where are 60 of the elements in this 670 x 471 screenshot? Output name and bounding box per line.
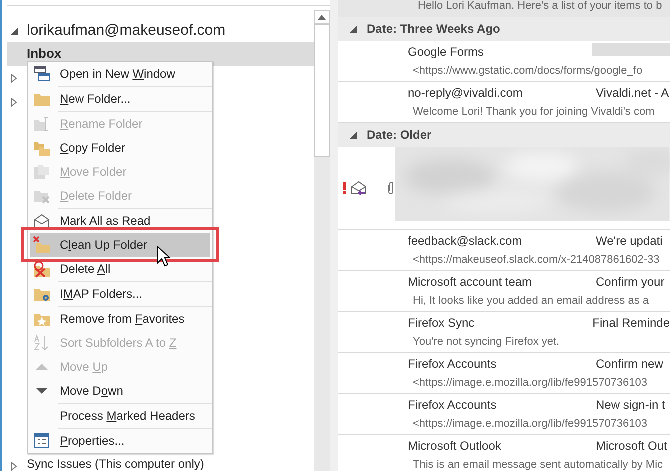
- message-subject: Vivaldi.net - A: [596, 85, 670, 102]
- menu-item[interactable]: IMAP Folders...: [30, 282, 210, 306]
- message-subject: New sign-in t: [596, 397, 666, 414]
- menu-item[interactable]: Remove from Favorites: [30, 307, 210, 331]
- folder-cross-icon: [33, 236, 51, 254]
- folder-name[interactable]: Sync Issues (This computer only): [27, 458, 204, 471]
- group-header-text: Date: Older: [367, 127, 432, 144]
- sender-name: Firefox Sync: [408, 315, 476, 332]
- sort-icon: [33, 334, 51, 352]
- window-icon: [33, 65, 51, 83]
- scroll-up-button[interactable]: [314, 10, 330, 24]
- menu-item[interactable]: Move Down: [30, 379, 210, 403]
- sender-name: Firefox Accounts: [408, 397, 498, 414]
- menu-item[interactable]: Process Marked Headers: [30, 404, 210, 428]
- menu-item[interactable]: Clean Up Folder: [30, 233, 210, 257]
- sender-name: Google Forms: [408, 44, 486, 61]
- message-preview: Hello Lori Kaufman. Here's a list of your items to b: [338, 0, 670, 17]
- sender-name: Firefox Accounts: [408, 356, 498, 373]
- message-subject: We're updati: [596, 233, 663, 250]
- message-preview: Hi, It looks like you added an email address as a: [412, 294, 650, 309]
- group-header-text: Date: Three Weeks Ago: [367, 21, 500, 38]
- menu-item[interactable]: Mark All as Read: [30, 209, 210, 233]
- menu-item[interactable]: Delete All: [30, 257, 210, 281]
- sender-name: Microsoft account team: [408, 274, 534, 291]
- scrollbar-thumb[interactable]: [314, 24, 330, 157]
- collapse-arrow-icon[interactable]: [350, 26, 357, 32]
- menu-item[interactable]: Copy Folder: [30, 136, 210, 160]
- sender-name: feedback@slack.com: [408, 233, 524, 250]
- sender-name: no-reply@vivaldi.com: [408, 85, 524, 102]
- folders-icon: [33, 163, 51, 181]
- expand-arrow-icon[interactable]: [11, 74, 17, 82]
- collapse-arrow-icon[interactable]: [350, 132, 357, 138]
- message-subject: Microsoft Out: [596, 438, 668, 455]
- message-preview: This is an email message sent automatically by Mic: [412, 458, 664, 471]
- folder-cross-icon: [33, 260, 51, 278]
- properties-icon: [33, 432, 51, 450]
- message-preview: <https://image.e.mozilla.org/lib/fe991570736103: [412, 417, 649, 432]
- message-preview: You're not syncing Firefox yet.: [412, 335, 561, 350]
- expand-arrow-icon[interactable]: [11, 98, 17, 106]
- folder-rename-icon: [33, 115, 51, 133]
- folders-icon: [33, 139, 51, 157]
- expand-arrow-icon[interactable]: [11, 462, 17, 471]
- mouse-pointer-icon: [157, 246, 171, 268]
- group-header-bar[interactable]: Date: Three Weeks Ago: [338, 17, 670, 41]
- message-preview: <https://makeuseof.slack.com/x-214087861602-33: [412, 253, 661, 268]
- message-preview: <https://www.gstatic.com/docs/forms/google_fo: [412, 64, 644, 79]
- sender-name: Microsoft Outlook: [408, 438, 502, 455]
- up-arrow-icon: [318, 14, 326, 20]
- group-header-bar[interactable]: Date: Older: [338, 123, 670, 147]
- message-subject: Confirm new: [596, 356, 664, 373]
- collapse-arrow-icon[interactable]: [11, 28, 18, 34]
- menu-item[interactable]: New Folder...: [30, 87, 210, 111]
- account-name[interactable]: lorikaufman@makeuseof.com: [27, 20, 226, 42]
- envelope-icon: [33, 212, 51, 230]
- menu-item[interactable]: Properties...: [30, 429, 210, 453]
- scrollbar-track[interactable]: [314, 10, 330, 471]
- message-subject: Final Reminde: [592, 315, 670, 332]
- message-subject: Confirm your: [596, 274, 665, 291]
- message-preview: <https://image.e.mozilla.org/lib/fe991570736103: [412, 376, 649, 391]
- message-preview: Welcome Lori! Thank you for joining Vivaldi's com: [412, 105, 656, 120]
